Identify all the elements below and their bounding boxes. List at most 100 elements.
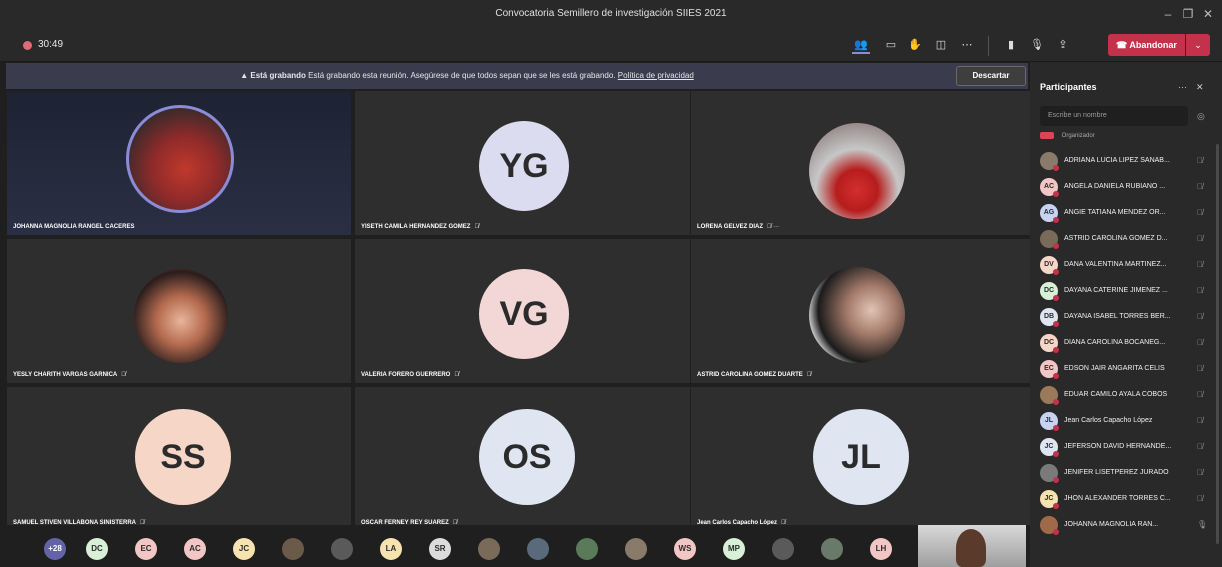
- participant-name: YISETH CAMILA HERNANDEZ GOMEZ 🎙̸: [361, 224, 479, 230]
- participant-avatar[interactable]: MP: [723, 538, 745, 560]
- participant-avatar[interactable]: DC: [86, 538, 108, 560]
- muted-mic-icon: 🎙̸: [1197, 494, 1203, 503]
- participant-avatar[interactable]: [772, 538, 794, 560]
- participant-list-item[interactable]: AG ANGIE TATIANA MENDEZ OR... 🎙̸: [1040, 200, 1214, 226]
- leave-button-label: Abandonar: [1129, 40, 1177, 50]
- participant-list-item[interactable]: JL Jean Carlos Capacho López 🎙̸: [1040, 408, 1214, 434]
- dismiss-button[interactable]: Descartar: [956, 66, 1026, 86]
- participant-avatar[interactable]: LH: [870, 538, 892, 560]
- participant-avatar: [1040, 152, 1059, 171]
- participant-avatar[interactable]: EC: [135, 538, 157, 560]
- maximize-icon[interactable]: ❐: [1180, 6, 1196, 22]
- participant-avatar[interactable]: [625, 538, 647, 560]
- participant-avatar[interactable]: [282, 538, 304, 560]
- self-view-video[interactable]: [918, 525, 1026, 567]
- more-actions-icon[interactable]: ⋯: [958, 36, 976, 54]
- participant-avatar[interactable]: JC: [233, 538, 255, 560]
- participant-name: ASTRID CAROLINA GOMEZ DUARTE 🎙̸: [697, 372, 812, 378]
- participant-list-name: DANA VALENTINA MARTINEZ...: [1064, 261, 1167, 268]
- eye-icon[interactable]: ◎: [1197, 111, 1205, 122]
- close-panel-icon[interactable]: ✕: [1196, 82, 1204, 93]
- muted-mic-icon: 🎙̸: [1197, 312, 1203, 321]
- participant-name: VALERIA FORERO GUERRERO 🎙̸: [361, 372, 459, 378]
- video-tile[interactable]: OS OSCAR FERNEY REY SUAREZ 🎙̸: [354, 386, 700, 532]
- participant-list-name: Jean Carlos Capacho López: [1064, 417, 1153, 424]
- participant-avatar[interactable]: AC: [184, 538, 206, 560]
- organizer-row: Organizador: [1040, 132, 1095, 139]
- leave-button[interactable]: ☎ Abandonar: [1108, 34, 1185, 56]
- breakout-rooms-icon[interactable]: ◫: [932, 36, 950, 54]
- video-tile[interactable]: JOHANNA MAGNOLIA RANGEL CACERES: [6, 90, 352, 236]
- meeting-toolbar: 30:49 👥 ▭ ✋ ◫ ⋯ ▮ 🎙 ⇪ ☎ Abandonar ⌄: [0, 28, 1222, 62]
- minimize-icon[interactable]: –: [1160, 6, 1176, 22]
- video-tile[interactable]: LORENA GELVEZ DIAZ 🎙̸ ···: [690, 90, 1036, 236]
- muted-mic-icon: 🎙̸: [1197, 338, 1203, 347]
- search-input[interactable]: Escribe un nombre: [1040, 106, 1188, 126]
- participant-avatar: JC: [1040, 490, 1059, 509]
- participant-avatar[interactable]: [576, 538, 598, 560]
- recording-banner-message: Está grabando esta reunión. Asegúrese de…: [308, 71, 616, 80]
- close-icon[interactable]: ✕: [1200, 6, 1216, 22]
- participants-icon[interactable]: 👥: [852, 36, 870, 54]
- participant-list-item[interactable]: JC JEFERSON DAVID HERNANDE... 🎙̸: [1040, 434, 1214, 460]
- scrollbar[interactable]: [1216, 144, 1219, 544]
- panel-title: Participantes: [1040, 82, 1097, 92]
- video-tile[interactable]: YESLY CHARITH VARGAS GARNICA 🎙̸: [6, 238, 352, 384]
- muted-mic-icon: 🎙̸: [1197, 416, 1203, 425]
- more-options-icon[interactable]: ···: [1178, 82, 1187, 92]
- participant-list-item[interactable]: JC JHON ALEXANDER TORRES C... 🎙̸: [1040, 486, 1214, 512]
- participant-list-item[interactable]: JENIFER LISETPEREZ JURADO 🎙̸: [1040, 460, 1214, 486]
- video-tile[interactable]: ASTRID CAROLINA GOMEZ DUARTE 🎙̸: [690, 238, 1036, 384]
- participant-avatar[interactable]: [331, 538, 353, 560]
- raise-hand-icon[interactable]: ✋: [906, 36, 924, 54]
- meeting-timer: 30:49: [38, 39, 64, 50]
- participant-list-item[interactable]: DV DANA VALENTINA MARTINEZ... 🎙̸: [1040, 252, 1214, 278]
- participant-avatar[interactable]: LA: [380, 538, 402, 560]
- video-tile[interactable]: SS SAMUEL STIVEN VILLABONA SINISTERRA 🎙̸: [6, 386, 352, 532]
- participant-list-item[interactable]: ASTRID CAROLINA GOMEZ D... 🎙̸: [1040, 226, 1214, 252]
- camera-icon[interactable]: ▮: [1002, 36, 1020, 54]
- participant-avatar[interactable]: WS: [674, 538, 696, 560]
- participant-avatar[interactable]: SR: [429, 538, 451, 560]
- phone-hangup-icon: ☎: [1116, 40, 1128, 50]
- recording-banner-title: Está grabando: [250, 71, 306, 80]
- participant-avatar[interactable]: [527, 538, 549, 560]
- warning-icon: ▲: [240, 71, 249, 80]
- video-grid: JOHANNA MAGNOLIA RANGEL CACERES YG YISET…: [6, 90, 1036, 532]
- video-tile[interactable]: VG VALERIA FORERO GUERRERO 🎙̸: [354, 238, 700, 384]
- participant-list-item[interactable]: DC DIANA CAROLINA BOCANEG... 🎙̸: [1040, 330, 1214, 356]
- participant-list-item[interactable]: AC ANGELA DANIELA RUBIANO ... 🎙̸: [1040, 174, 1214, 200]
- video-tile[interactable]: JL Jean Carlos Capacho López 🎙̸: [690, 386, 1036, 532]
- participant-list-item[interactable]: DB DAYANA ISABEL TORRES BER... 🎙̸: [1040, 304, 1214, 330]
- participant-avatar: AC: [1040, 178, 1059, 197]
- participant-photo: [126, 105, 234, 213]
- participant-avatar: DV: [1040, 256, 1059, 275]
- participant-avatar[interactable]: [478, 538, 500, 560]
- participant-list-item[interactable]: EDUAR CAMILO AYALA COBOS 🎙̸: [1040, 382, 1214, 408]
- participant-list-item[interactable]: EC EDSON JAIR ANGARITA CELIS 🎙̸: [1040, 356, 1214, 382]
- video-tile[interactable]: YG YISETH CAMILA HERNANDEZ GOMEZ 🎙̸: [354, 90, 700, 236]
- participants-panel: Participantes ··· ✕ Escribe un nombre ◎ …: [1030, 62, 1222, 567]
- window-title: Convocatoria Semillero de investigación …: [495, 8, 727, 19]
- participant-avatar[interactable]: [821, 538, 843, 560]
- muted-mic-icon: 🎙̸: [1197, 364, 1203, 373]
- microphone-icon[interactable]: 🎙: [1028, 36, 1046, 54]
- participant-avatar: DC: [1040, 334, 1059, 353]
- participant-list-item[interactable]: DC DAYANA CATERINE JIMENEZ ... 🎙̸: [1040, 278, 1214, 304]
- participant-name: JOHANNA MAGNOLIA RANGEL CACERES: [13, 224, 135, 230]
- participant-initials: VG: [479, 269, 569, 359]
- muted-mic-icon: 🎙̸: [1197, 390, 1203, 399]
- chat-icon[interactable]: ▭: [882, 36, 900, 54]
- participant-list-item[interactable]: JOHANNA MAGNOLIA RAN... 🎙: [1040, 512, 1214, 538]
- participant-list-name: ANGELA DANIELA RUBIANO ...: [1064, 183, 1166, 190]
- participant-avatar: AG: [1040, 204, 1059, 223]
- participant-photo: [809, 123, 905, 219]
- participant-list-item[interactable]: ADRIANA LUCIA LIPEZ SANAB... 🎙̸: [1040, 148, 1214, 174]
- participant-list-name: ANGIE TATIANA MENDEZ OR...: [1064, 209, 1166, 216]
- privacy-policy-link[interactable]: Política de privacidad: [618, 71, 694, 80]
- muted-mic-icon: 🎙̸: [1197, 182, 1203, 191]
- share-screen-icon[interactable]: ⇪: [1054, 36, 1072, 54]
- participant-avatar: DB: [1040, 308, 1059, 327]
- leave-options-chevron-icon[interactable]: ⌄: [1186, 34, 1210, 56]
- overflow-count-badge[interactable]: +28: [44, 538, 66, 560]
